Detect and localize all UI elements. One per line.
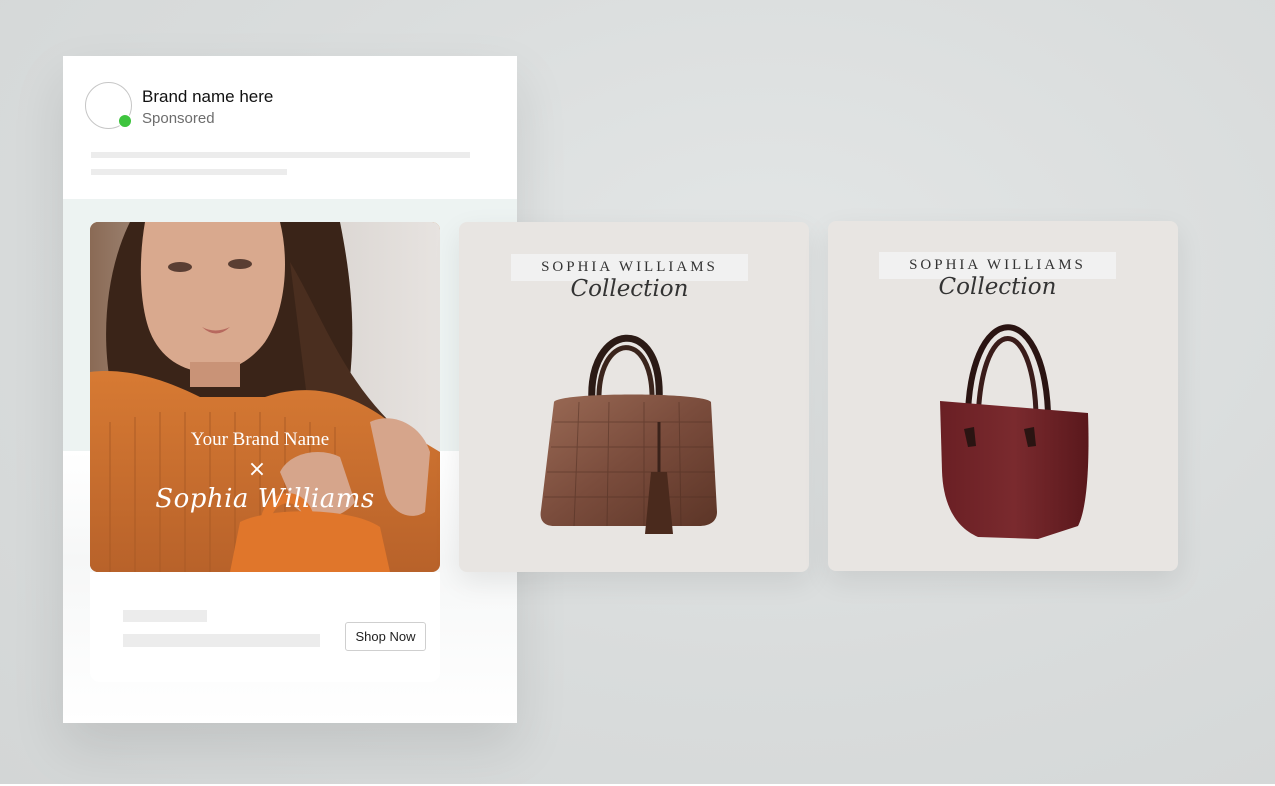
online-status-icon bbox=[118, 114, 132, 128]
carousel-slide-2[interactable]: SOPHIA WILLIAMS Collection bbox=[459, 222, 809, 572]
sponsored-label: Sponsored bbox=[142, 110, 215, 127]
carousel-slide-1[interactable]: Your Brand Name × Sophia Williams bbox=[90, 222, 440, 572]
headline-placeholder bbox=[123, 610, 207, 622]
burgundy-tote-image bbox=[940, 324, 1089, 539]
overlay-partner-name: Sophia Williams bbox=[155, 484, 375, 514]
description-placeholder bbox=[123, 634, 320, 647]
caption-placeholder-line bbox=[91, 152, 470, 158]
caption-placeholder-line bbox=[91, 169, 287, 175]
model-photo bbox=[90, 222, 440, 572]
collab-x-icon: × bbox=[247, 457, 267, 482]
overlay-brand-name: Your Brand Name bbox=[190, 429, 330, 450]
brown-handbag-image bbox=[540, 334, 717, 534]
carousel-slide-3[interactable]: SOPHIA WILLIAMS Collection bbox=[828, 221, 1178, 571]
shop-now-button[interactable]: Shop Now bbox=[345, 622, 426, 651]
brand-name[interactable]: Brand name here bbox=[142, 87, 273, 107]
